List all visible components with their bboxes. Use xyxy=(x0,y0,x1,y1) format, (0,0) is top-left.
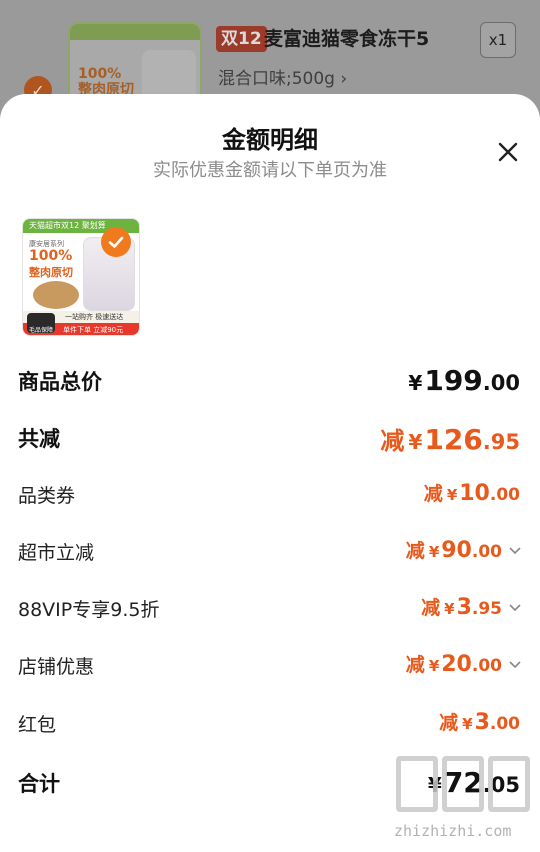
row-store-discount[interactable]: 店铺优惠 减 ¥20.00 xyxy=(0,646,540,686)
chevron-down-icon[interactable] xyxy=(508,657,522,671)
row-label: 品类券 xyxy=(18,485,76,507)
row-label: 共减 xyxy=(18,427,60,451)
row-supermarket-discount[interactable]: 超市立减 减 ¥90.00 xyxy=(0,532,540,572)
watermark-site-text: zhizhizhi.com xyxy=(394,822,512,840)
row-total-discount: 共减 减 ¥126.95 xyxy=(0,417,540,457)
watermark-logo: zhizhizhi.com xyxy=(392,756,532,846)
thumb-top-bar-text: 天猫超市双12 聚划算 xyxy=(29,221,106,230)
background-quantity: x1 xyxy=(480,22,516,58)
row-label: 店铺优惠 xyxy=(18,656,95,678)
close-button[interactable] xyxy=(494,138,522,166)
row-value: ¥199.00 xyxy=(408,364,520,397)
row-88vip-discount[interactable]: 88VIP专享9.5折 减 ¥3.95 xyxy=(0,589,540,629)
row-category-coupon: 品类券 减 ¥10.00 xyxy=(0,475,540,515)
background-promo-badge: 双12 xyxy=(216,26,267,52)
thumb-footer-text: 单件下单 立减90元 xyxy=(63,326,124,334)
thumb-logo-text: 毛品保障 xyxy=(29,327,54,334)
close-icon xyxy=(498,142,518,162)
tmall-logo: 毛品保障 xyxy=(27,313,55,334)
row-label: 88VIP专享9.5折 xyxy=(18,599,160,621)
price-detail-sheet: 金额明细 实际优惠金额请以下单页为准 天猫超市双12 聚划算 康安居系列 100… xyxy=(0,94,540,852)
row-label: 超市立减 xyxy=(18,542,95,564)
sheet-title: 金额明细 xyxy=(222,126,318,154)
product-thumbnail[interactable]: 天猫超市双12 聚划算 康安居系列 100% 整肉原切 一站购齐 极速送达 单件… xyxy=(22,218,140,336)
row-value: 减 ¥20.00 xyxy=(406,650,522,677)
thumb-percent-text: 100% xyxy=(29,248,73,264)
row-label: 合计 xyxy=(18,772,60,796)
row-value: 减 ¥90.00 xyxy=(406,536,522,563)
chevron-down-icon[interactable] xyxy=(508,543,522,557)
row-value: 减 ¥126.95 xyxy=(380,423,520,456)
row-value: 减 ¥10.00 xyxy=(423,481,520,506)
row-label: 红包 xyxy=(18,714,57,736)
row-value: 减 ¥3.95 xyxy=(421,593,522,620)
sheet-subtitle: 实际优惠金额请以下单页为准 xyxy=(153,160,387,181)
row-label: 商品总价 xyxy=(18,370,102,394)
selected-check-icon xyxy=(101,227,131,257)
chevron-down-icon[interactable] xyxy=(508,600,522,614)
row-total-price: 商品总价 ¥199.00 xyxy=(0,360,540,400)
thumb-strip-text: 一站购齐 极速送达 xyxy=(65,313,124,321)
row-value: 减 ¥3.00 xyxy=(439,710,520,735)
product-food-image xyxy=(33,281,79,309)
thumb-cut-text: 整肉原切 xyxy=(29,266,73,279)
row-red-packet: 红包 减 ¥3.00 xyxy=(0,704,540,744)
background-product-title: 麦富迪猫零食冻干5 xyxy=(264,28,430,50)
background-product-spec: 混合口味;500g › xyxy=(218,69,348,89)
